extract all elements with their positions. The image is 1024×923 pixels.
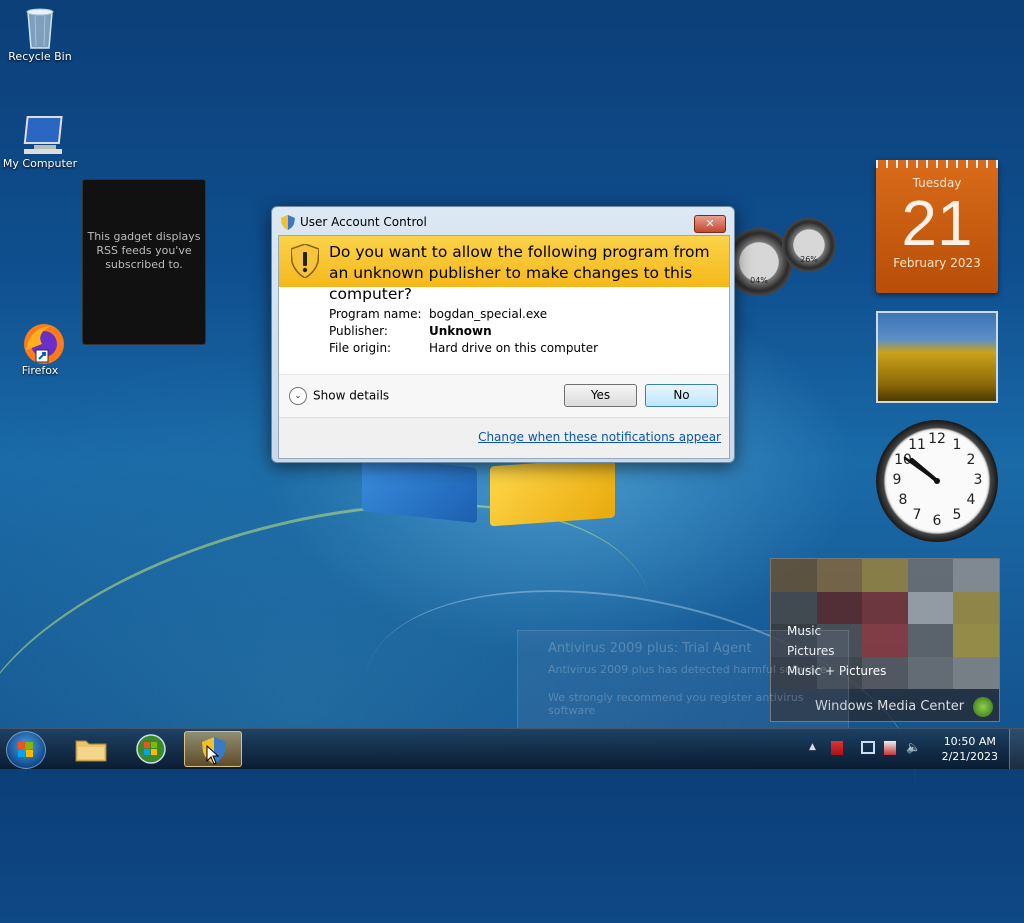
- clock-gadget[interactable]: 12 1 2 3 4 5 6 7 8 9 10 11: [876, 420, 998, 542]
- uac-dialog: User Account Control ✕ Do you want to al…: [271, 206, 735, 463]
- notification-title: Antivirus 2009 plus: Trial Agent: [548, 641, 752, 656]
- media-center-logo-icon: [973, 697, 993, 717]
- change-notifications-link[interactable]: Change when these notifications appear: [478, 430, 721, 444]
- desktop-icon-firefox[interactable]: Firefox: [0, 320, 80, 377]
- security-alert-flag-icon[interactable]: [831, 741, 843, 755]
- taskbar: ▲ 🔈 10:50 AM 2/21/2023: [0, 728, 1024, 769]
- memory-meter-value: 26%: [800, 255, 818, 264]
- uac-shield-icon: [281, 215, 295, 233]
- start-button[interactable]: [6, 731, 46, 769]
- calendar-binding: [876, 160, 998, 168]
- program-name-label: Program name:: [329, 307, 422, 321]
- windows-logo-icon: [18, 742, 33, 757]
- cpu-meter-value: 04%: [750, 276, 768, 285]
- taskbar-date: 2/21/2023: [941, 750, 998, 763]
- calendar-gadget[interactable]: Tuesday 21 February 2023: [876, 160, 998, 293]
- calendar-month-year: February 2023: [893, 256, 981, 270]
- calendar-day: 21: [901, 187, 973, 259]
- network-icon[interactable]: [861, 741, 875, 754]
- taskbar-clock[interactable]: 10:50 AM 2/21/2023: [942, 734, 998, 764]
- action-center-flag-icon[interactable]: [884, 741, 896, 755]
- desktop-icon-my-computer[interactable]: My Computer: [0, 113, 80, 170]
- show-desktop-button[interactable]: [1009, 729, 1024, 769]
- my-computer-label: My Computer: [2, 157, 78, 170]
- my-computer-icon: [20, 113, 63, 154]
- mouse-cursor-icon: [206, 745, 220, 765]
- taskbar-explorer[interactable]: [62, 731, 120, 767]
- tray-overflow-arrow[interactable]: ▲: [809, 742, 816, 752]
- program-name-value: bogdan_special.exe: [429, 307, 548, 321]
- yes-button[interactable]: Yes: [564, 384, 637, 407]
- uac-question: Do you want to allow the following progr…: [329, 243, 710, 303]
- uac-window-title: User Account Control: [300, 215, 427, 229]
- desktop-icon-recycle-bin[interactable]: Recycle Bin: [0, 6, 80, 63]
- media-center-icon: [136, 734, 166, 764]
- uac-program-info: Program name: bogdan_special.exe Publishe…: [329, 306, 598, 357]
- uac-titlebar[interactable]: User Account Control ✕: [272, 207, 734, 235]
- memory-meter-small[interactable]: 26%: [782, 218, 836, 272]
- rss-feed-gadget[interactable]: This gadget displays RSS feeds you've su…: [82, 179, 206, 345]
- publisher-label: Publisher:: [329, 324, 388, 338]
- firefox-icon: [20, 320, 64, 364]
- warning-shield-icon: [290, 243, 320, 281]
- notification-line-1: Antivirus 2009 plus has detected harmful…: [548, 663, 827, 676]
- chevron-down-icon: ⌄: [289, 387, 307, 405]
- slideshow-gadget[interactable]: [876, 311, 998, 403]
- close-button[interactable]: ✕: [694, 215, 726, 233]
- uac-footer: Change when these notifications appear: [279, 417, 729, 458]
- taskbar-media-center[interactable]: [122, 731, 180, 767]
- notification-line-2: We strongly recommend you register antiv…: [548, 691, 804, 717]
- file-origin-label: File origin:: [329, 341, 392, 355]
- taskbar-time: 10:50 AM: [943, 735, 996, 748]
- recycle-bin-label: Recycle Bin: [8, 50, 72, 63]
- recycle-bin-icon: [20, 6, 60, 49]
- no-button[interactable]: No: [645, 384, 718, 407]
- show-details-toggle[interactable]: ⌄ Show details: [289, 387, 389, 405]
- antivirus-notification[interactable]: Antivirus 2009 plus: Trial Agent Antivir…: [517, 630, 849, 730]
- uac-body: Do you want to allow the following progr…: [278, 235, 730, 459]
- uac-warning-banner: Do you want to allow the following progr…: [279, 236, 729, 303]
- folder-icon: [75, 740, 107, 762]
- wallpaper-logo-yellow: [490, 457, 615, 527]
- uac-action-row: ⌄ Show details Yes No: [279, 374, 729, 417]
- rss-gadget-text: This gadget displays RSS feeds you've su…: [87, 230, 201, 271]
- publisher-value: Unknown: [429, 324, 492, 338]
- system-tray: ▲ 🔈 10:50 AM 2/21/2023: [809, 729, 1024, 769]
- volume-icon[interactable]: 🔈: [906, 740, 921, 754]
- clock-hands: [903, 456, 940, 484]
- file-origin-value: Hard drive on this computer: [429, 341, 599, 355]
- show-details-label: Show details: [313, 388, 390, 403]
